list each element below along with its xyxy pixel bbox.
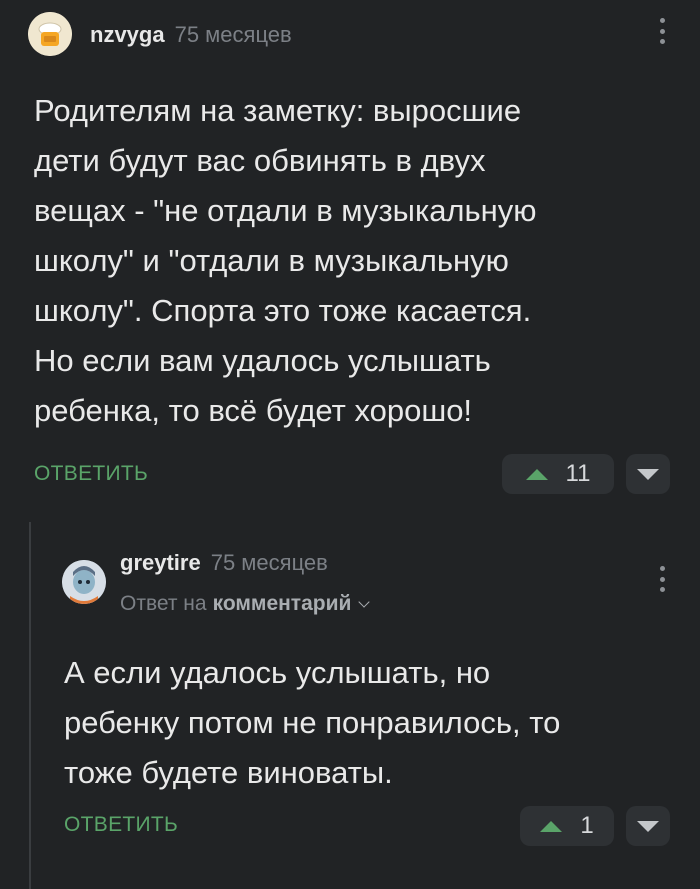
comment-line: вещах - "не отдали в музыкальную	[34, 193, 537, 228]
avatar-greytire[interactable]	[62, 560, 106, 604]
reply-header: greytire 75 месяцев	[120, 548, 328, 578]
reply-button[interactable]: ОТВЕТИТЬ	[64, 813, 178, 837]
rating-count: 1	[580, 812, 594, 839]
character-avatar-icon	[62, 560, 106, 604]
username[interactable]: greytire	[120, 550, 201, 576]
reply-button[interactable]: ОТВЕТИТЬ	[34, 462, 148, 486]
reply-to-prefix: Ответ на	[120, 592, 207, 615]
comment-line: ребенка, то всё будет хорошо!	[34, 393, 473, 428]
rating-count: 11	[565, 460, 591, 487]
comment-line: ребенку потом не понравилось, то	[64, 705, 561, 740]
comment-line: А если удалось услышать, но	[64, 655, 491, 690]
reply-to-comment-link[interactable]: комментарий	[213, 592, 352, 616]
upvote-button[interactable]: 11	[502, 454, 614, 494]
chef-avatar-icon	[28, 12, 72, 56]
chevron-down-icon[interactable]	[358, 595, 371, 608]
timestamp: 75 месяцев	[174, 22, 292, 47]
comments-page: nzvyga 75 месяцев Родителям на заметку: …	[0, 0, 700, 889]
comment-line: тоже будете виноваты.	[64, 755, 393, 790]
comment-line: Но если вам удалось услышать	[34, 343, 491, 378]
comment-body: Родителям на заметку: выросшие дети буду…	[34, 86, 684, 436]
username[interactable]: nzvyga	[90, 22, 165, 48]
upvote-arrow-icon	[540, 820, 563, 832]
more-vertical-icon[interactable]	[650, 18, 674, 44]
comment-line: дети будут вас обвинять в двух	[34, 143, 486, 178]
comment-line: школу" и "отдали в музыкальную	[34, 243, 509, 278]
comment-line: Родителям на заметку: выросшие	[34, 93, 522, 128]
avatar-nzvyga[interactable]	[28, 12, 72, 56]
timestamp: 75 месяцев	[210, 550, 328, 575]
upvote-arrow-icon	[525, 468, 548, 480]
reply-to-info: Ответ на комментарий	[120, 592, 371, 616]
downvote-arrow-icon	[637, 820, 659, 832]
downvote-button[interactable]	[626, 454, 670, 494]
upvote-button[interactable]: 1	[520, 806, 614, 846]
downvote-button[interactable]	[626, 806, 670, 846]
comment-line: школу". Спорта это тоже касается.	[34, 293, 532, 328]
reply-body: А если удалось услышать, но ребенку пото…	[64, 648, 689, 798]
downvote-arrow-icon	[637, 468, 659, 480]
more-vertical-icon[interactable]	[650, 566, 674, 592]
thread-line	[29, 522, 31, 889]
comment-header: nzvyga 75 месяцев	[90, 20, 292, 50]
